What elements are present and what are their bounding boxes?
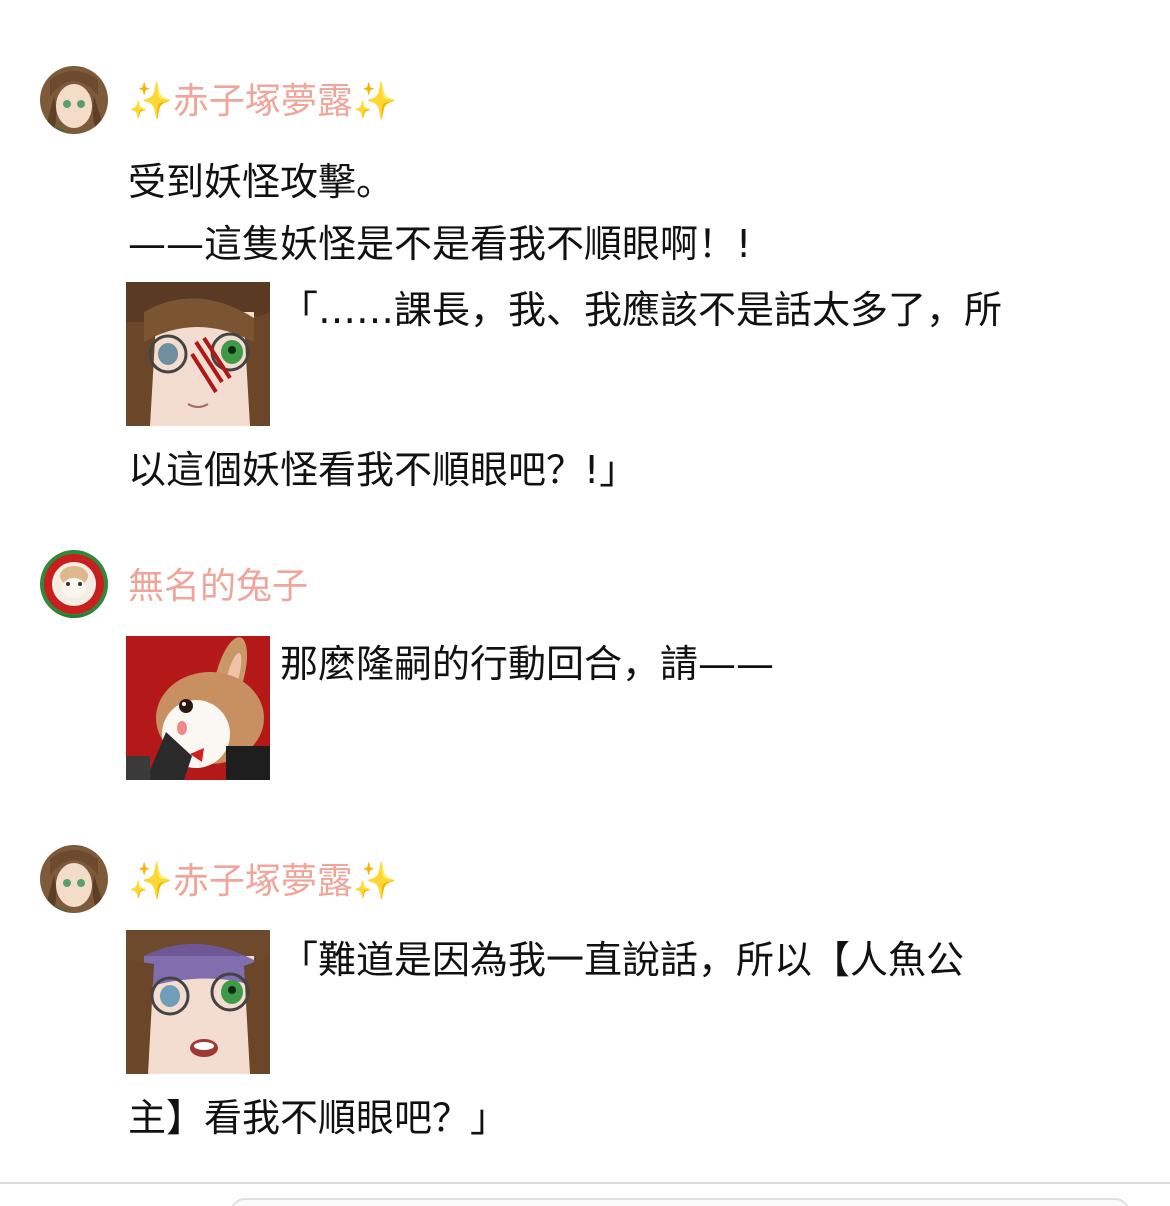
rabbit-portrait — [126, 636, 270, 780]
sparkle-icon: ✨ — [128, 861, 173, 902]
message-line: 受到妖怪攻擊。 — [128, 160, 395, 204]
divider — [0, 1182, 1170, 1184]
girl-avatar-icon[interactable] — [40, 66, 108, 134]
girl-avatar-icon[interactable] — [40, 845, 108, 913]
author-name-text: 赤子塚夢露 — [172, 861, 353, 902]
sparkle-icon: ✨ — [128, 81, 173, 122]
message-line: 主】看我不順眼吧？」 — [128, 1096, 509, 1140]
sparkle-icon: ✨ — [352, 81, 398, 122]
author-name: ✨赤子塚夢露✨ — [128, 82, 398, 122]
author-name: ✨赤子塚夢露✨ — [128, 862, 398, 902]
author-name-text: 無名的兔子 — [128, 566, 309, 607]
message-line: 以這個妖怪看我不順眼吧？!」 — [128, 448, 638, 492]
author-name: 無名的兔子 — [128, 567, 308, 607]
rabbit-avatar-icon[interactable] — [40, 550, 108, 618]
message-line: 「難道是因為我一直說話，所以【人魚公 — [280, 938, 965, 982]
message-input[interactable] — [230, 1198, 1130, 1206]
sparkle-icon: ✨ — [352, 861, 398, 902]
author-name-text: 赤子塚夢露 — [172, 81, 353, 122]
shocked-girl-portrait — [126, 930, 270, 1074]
message-line: ——這隻妖怪是不是看我不順眼啊！! — [128, 222, 752, 266]
message-line: 那麼隆嗣的行動回合，請—— — [280, 642, 775, 686]
message-line: 「……課長，我、我應該不是話太多了，所 — [280, 288, 1003, 332]
injured-girl-portrait — [126, 282, 270, 426]
